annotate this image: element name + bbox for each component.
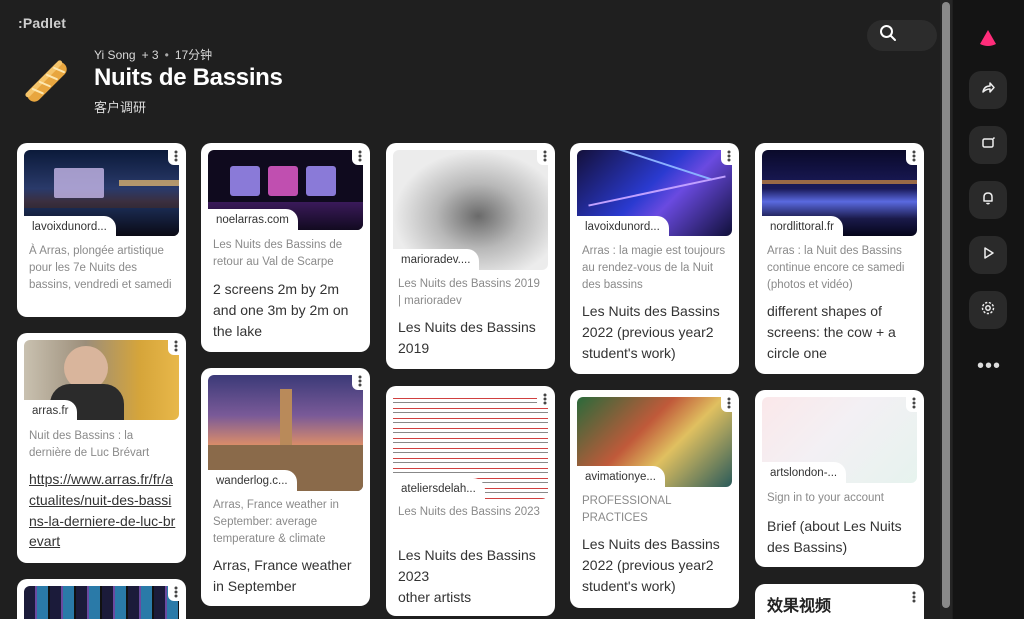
post-card[interactable]: marioradev.... Les Nuits des Bassins 201… <box>386 143 555 369</box>
post-body: Les Nuits des Bassins 2022 (previous yea… <box>582 303 720 361</box>
post-card[interactable]: ateliersdelah... Les Nuits des Bassins 2… <box>386 386 555 616</box>
settings-button[interactable] <box>969 291 1007 329</box>
page-subtitle: 客户调研 <box>94 100 147 115</box>
post-body: 2 screens 2m by 2m and one 3m by 2m on t… <box>213 281 349 339</box>
link-description: À Arras, plongée artistique pour les 7e … <box>29 245 172 291</box>
more-icon[interactable]: ••• <box>976 355 1002 377</box>
post-menu-icon[interactable] <box>352 372 368 390</box>
link-source: nordlittoral.fr <box>762 216 843 237</box>
post-card[interactable]: lavoixdunord... Arras : la magie est tou… <box>570 143 739 374</box>
post-body: different shapes of screens: the cow + a… <box>767 303 896 361</box>
share-icon <box>980 80 996 101</box>
link-description: Arras : la Nuit des Bassins continue enc… <box>767 245 905 291</box>
post-menu-icon[interactable] <box>721 394 737 412</box>
author-name[interactable]: Yi Song <box>94 48 136 62</box>
link-description: PROFESSIONAL PRACTICES <box>582 495 672 524</box>
post-body-link[interactable]: https://www.arras.fr/fr/actualites/nuit-… <box>29 469 179 552</box>
settings-icon <box>980 300 996 321</box>
post-menu-icon[interactable] <box>721 147 737 165</box>
post-card[interactable]: wanderlog.c... Arras, France weather in … <box>201 368 370 606</box>
bell-icon <box>980 190 996 211</box>
post-card[interactable] <box>17 579 186 619</box>
link-thumbnail <box>24 586 179 619</box>
updated-time: 17分钟 <box>174 48 213 62</box>
post-menu-icon[interactable] <box>537 390 553 408</box>
link-description: Les Nuits des Bassins 2023 <box>398 506 540 518</box>
board-meta: Yi Song + 3 • 17分钟 <box>94 46 212 63</box>
post-menu-icon[interactable] <box>906 394 922 412</box>
notifications-button[interactable] <box>969 181 1007 219</box>
link-source: noelarras.com <box>208 209 298 230</box>
link-source: lavoixdunord... <box>24 216 116 237</box>
post-menu-icon[interactable] <box>168 583 184 601</box>
post-card[interactable]: artslondon-... Sign in to your account B… <box>755 390 924 567</box>
post-card[interactable]: nordlittoral.fr Arras : la Nuit des Bass… <box>755 143 924 374</box>
post-title: 效果视频 <box>767 598 832 615</box>
link-source: artslondon-... <box>762 462 847 483</box>
slideshow-button[interactable] <box>969 236 1007 274</box>
baguette-icon <box>20 55 74 109</box>
remake-button[interactable] <box>969 126 1007 164</box>
search-icon <box>879 24 897 47</box>
post-card[interactable]: lavoixdunord... À Arras, plongée artisti… <box>17 143 186 317</box>
link-description: Arras : la magie est toujours au rendez-… <box>582 245 726 291</box>
post-card[interactable]: 效果视频 <box>755 584 924 619</box>
post-menu-icon[interactable] <box>352 147 368 165</box>
scrollbar-thumb[interactable] <box>942 2 950 608</box>
action-rail: ••• <box>953 0 1024 619</box>
post-body: Les Nuits des Bassins 2019 <box>398 319 536 356</box>
collaborators-count[interactable]: + 3 <box>142 48 159 62</box>
post-body: Arras, France weather in September <box>213 557 352 594</box>
link-description: Sign in to your account <box>767 492 884 504</box>
post-card[interactable]: avimationye... PROFESSIONAL PRACTICES Le… <box>570 390 739 608</box>
link-source: arras.fr <box>24 400 78 421</box>
link-source: marioradev.... <box>393 249 480 270</box>
post-card[interactable]: arras.fr Nuit des Bassins : la dernière … <box>17 333 186 563</box>
link-source: ateliersdelah... <box>393 478 485 499</box>
padlet-logo[interactable]: :Padlet <box>18 15 66 31</box>
page-title: Nuits de Bassins <box>94 64 283 91</box>
link-source: wanderlog.c... <box>208 470 297 491</box>
link-source: avimationye... <box>577 466 665 487</box>
share-button[interactable] <box>969 71 1007 109</box>
post-body: Les Nuits des Bassins 2023 other artists <box>398 547 536 605</box>
link-description: Nuit des Bassins : la dernière de Luc Br… <box>29 430 150 459</box>
post-menu-icon[interactable] <box>906 147 922 165</box>
post-menu-icon[interactable] <box>537 147 553 165</box>
post-menu-icon[interactable] <box>168 147 184 165</box>
padlet-drop-icon[interactable] <box>977 27 999 49</box>
post-body: Brief (about Les Nuits des Bassins) <box>767 518 902 555</box>
link-description: Arras, France weather in September: aver… <box>213 499 339 545</box>
search-button[interactable] <box>867 20 937 51</box>
link-source: lavoixdunord... <box>577 216 669 237</box>
post-body: Les Nuits des Bassins 2022 (previous yea… <box>582 536 720 594</box>
post-menu-icon[interactable] <box>906 588 922 606</box>
remake-icon <box>980 135 996 156</box>
link-description: Les Nuits des Bassins 2019 | marioradev <box>398 278 540 307</box>
separator-dot: • <box>164 47 169 62</box>
slideshow-icon <box>980 245 996 266</box>
link-description: Les Nuits des Bassins de retour au Val d… <box>213 239 343 268</box>
post-card[interactable]: noelarras.com Les Nuits des Bassins de r… <box>201 143 370 352</box>
post-menu-icon[interactable] <box>168 337 184 355</box>
